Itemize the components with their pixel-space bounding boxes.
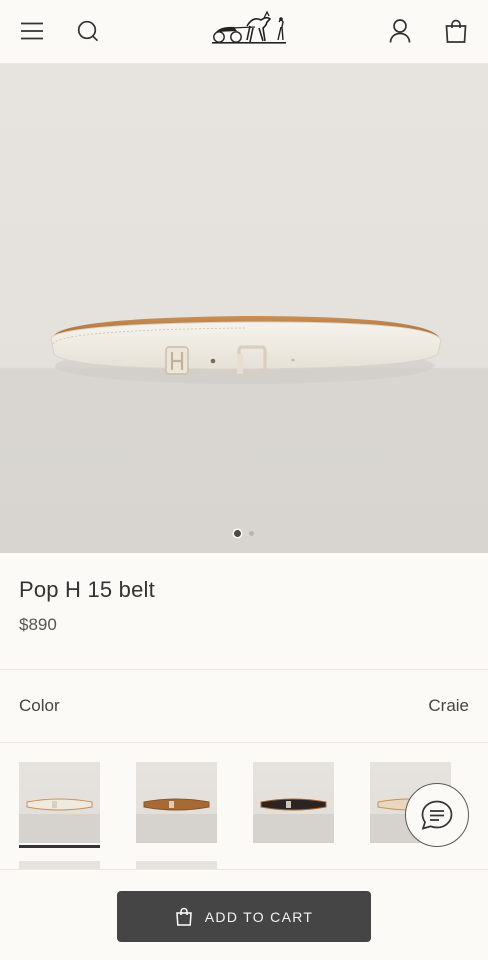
carriage-logo[interactable] bbox=[209, 10, 289, 48]
product-info: Pop H 15 belt $890 bbox=[0, 553, 488, 670]
hamburger-menu-icon[interactable] bbox=[18, 16, 46, 46]
swatch-gold[interactable] bbox=[136, 762, 217, 843]
shopping-bag-icon bbox=[175, 907, 192, 926]
swatch-craie[interactable] bbox=[19, 762, 100, 843]
shopping-bag-icon[interactable] bbox=[442, 16, 470, 46]
add-to-cart-label: ADD TO CART bbox=[204, 908, 314, 925]
carousel-indicator bbox=[0, 530, 488, 537]
swatch-black[interactable] bbox=[253, 762, 334, 843]
user-icon[interactable] bbox=[386, 16, 414, 46]
selected-swatch-indicator bbox=[19, 845, 100, 848]
chat-bubble-icon bbox=[421, 800, 453, 830]
top-navigation bbox=[0, 0, 488, 64]
color-selector-row: Color Craie bbox=[0, 670, 488, 743]
carousel-dot-1[interactable] bbox=[234, 530, 241, 537]
color-label: Color bbox=[19, 696, 60, 715]
add-to-cart-button[interactable]: ADD TO CART bbox=[117, 891, 371, 942]
belt-product-image bbox=[50, 316, 442, 384]
product-title: Pop H 15 belt bbox=[19, 577, 155, 602]
product-price: $890 bbox=[19, 615, 57, 634]
search-icon[interactable] bbox=[74, 16, 102, 46]
add-to-cart-bar: ADD TO CART bbox=[0, 869, 488, 960]
selected-color-name: Craie bbox=[428, 696, 469, 715]
carousel-dot-2[interactable] bbox=[249, 531, 254, 536]
chat-button[interactable] bbox=[405, 783, 469, 847]
product-image-gallery[interactable] bbox=[0, 64, 488, 553]
